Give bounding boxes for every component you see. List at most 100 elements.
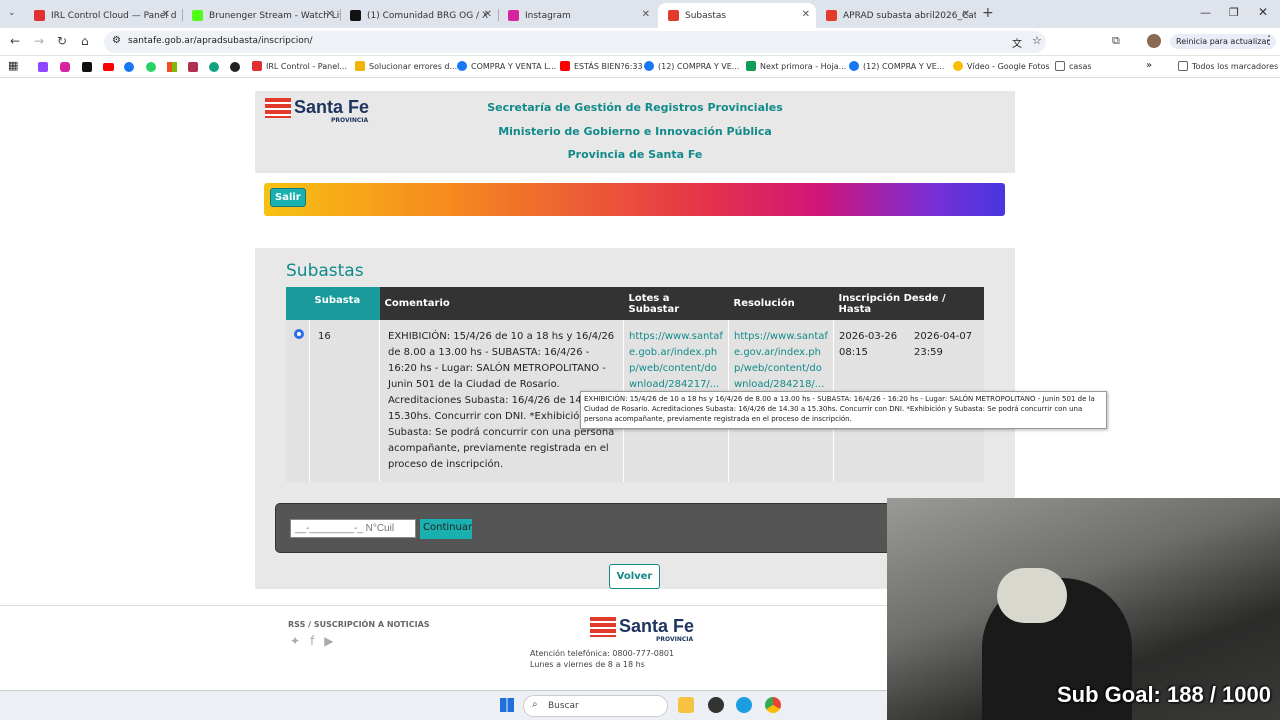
home-icon[interactable]: ⌂: [81, 34, 89, 48]
bookmark-item[interactable]: (12) COMPRA Y VE...: [849, 61, 944, 71]
whatsapp-bookmark-icon[interactable]: [146, 62, 156, 72]
browser-tab-bar: ⌄ IRL Control Cloud — Panel de C✕ Brunen…: [0, 0, 1280, 28]
social-icons: ✦f▶: [290, 634, 344, 648]
url-bar[interactable]: ⚙ santafe.gob.ar/apradsubasta/inscripcio…: [104, 31, 1046, 53]
edge-icon[interactable]: [736, 697, 752, 713]
robot-bookmark-icon[interactable]: [209, 62, 219, 72]
tab-irl-control[interactable]: IRL Control Cloud — Panel de C✕: [24, 3, 176, 28]
youtube-icon[interactable]: ▶: [324, 634, 343, 648]
apps-grid-icon[interactable]: ▦: [8, 59, 18, 72]
more-bookmarks-icon[interactable]: »: [1146, 60, 1152, 71]
footer-hours: Lunes a viernes de 8 a 18 hs: [530, 660, 645, 669]
bookmarks-bar: ▦ IRL Control - Panel... Solucionar erro…: [0, 56, 1280, 78]
github-bookmark-icon[interactable]: [230, 62, 240, 72]
youtube-bookmark-icon: [560, 61, 570, 71]
rss-link[interactable]: RSS / SUSCRIPCIÓN A NOTICIAS: [288, 620, 430, 629]
folder-icon: [1178, 61, 1188, 71]
back-icon[interactable]: ←: [10, 34, 20, 48]
santafe-favicon-icon: [668, 10, 679, 21]
subastas-table: Subasta Comentario Lotes a Subastar Reso…: [286, 287, 984, 482]
new-tab-icon[interactable]: +: [982, 5, 994, 21]
menu-icon[interactable]: ⋮: [1263, 33, 1275, 47]
santafe-favicon-icon: [826, 10, 837, 21]
site-info-icon[interactable]: ⚙: [112, 35, 121, 46]
facebook-icon[interactable]: f: [310, 634, 324, 648]
column-header-resolucion: Resolución: [728, 287, 834, 320]
subasta-number: 16: [309, 320, 380, 482]
facebook-bookmark-icon: [849, 61, 859, 71]
profile-avatar[interactable]: [1147, 34, 1161, 48]
irl-bookmark-icon: [252, 61, 262, 71]
bookmark-item[interactable]: (12) COMPRA Y VE...: [644, 61, 739, 71]
tab-list-chevron-icon[interactable]: ⌄: [8, 8, 16, 18]
translate-icon[interactable]: 文: [1012, 35, 1022, 50]
forward-icon[interactable]: →: [34, 34, 44, 48]
header-ministerio: Ministerio de Gobierno e Innovación Públ…: [498, 125, 772, 138]
select-column-header: [286, 287, 310, 320]
file-explorer-icon[interactable]: [678, 697, 694, 713]
close-tab-icon[interactable]: ✕: [326, 9, 334, 20]
bookmark-star-icon[interactable]: ☆: [1032, 34, 1042, 47]
footer-contact: Atención telefónica: 0800-777-0801 Lunes…: [530, 648, 674, 670]
extensions-icon[interactable]: ⧉: [1112, 34, 1120, 48]
twitter-icon[interactable]: ✦: [290, 634, 310, 648]
streamer-head: [997, 568, 1067, 623]
bookmark-folder[interactable]: casas: [1055, 61, 1092, 71]
close-tab-icon[interactable]: ✕: [162, 9, 170, 20]
bookmark-item[interactable]: IRL Control - Panel...: [252, 61, 347, 71]
chrome-icon[interactable]: [765, 697, 781, 713]
twitch-bookmark-icon[interactable]: [38, 62, 48, 72]
close-tab-icon[interactable]: ✕: [484, 9, 492, 20]
sub-goal-counter: Sub Goal: 188 / 1000: [1057, 682, 1271, 707]
close-window-icon[interactable]: ✕: [1258, 5, 1268, 19]
facebook-bookmark-icon[interactable]: [124, 62, 134, 72]
kick-favicon-icon: [192, 10, 203, 21]
app-icon[interactable]: [708, 697, 724, 713]
close-tab-icon[interactable]: ✕: [802, 9, 810, 20]
continuar-button[interactable]: Continuar: [420, 519, 472, 539]
bookmark-item[interactable]: Vídeo - Google Fotos: [953, 61, 1050, 71]
volver-button[interactable]: Volver: [609, 564, 660, 589]
minimize-icon[interactable]: —: [1200, 6, 1211, 19]
microsoft-bookmark-icon[interactable]: [167, 62, 177, 72]
column-header-comentario: Comentario: [379, 287, 624, 320]
youtube-bookmark-icon[interactable]: [103, 63, 114, 71]
header-provincia: Provincia de Santa Fe: [567, 148, 703, 161]
gradient-banner: Salir: [264, 183, 1005, 216]
close-tab-icon[interactable]: ✕: [642, 9, 650, 20]
salir-button[interactable]: Salir: [270, 188, 306, 207]
tab-subastas[interactable]: Subastas ✕: [658, 3, 816, 28]
restore-icon[interactable]: ❐: [1229, 6, 1239, 19]
bookmark-item[interactable]: ESTÁS BIEN?6:33: [560, 61, 643, 71]
all-bookmarks[interactable]: Todos los marcadores: [1178, 61, 1278, 71]
reload-icon[interactable]: ↻: [57, 34, 67, 48]
game-bookmark-icon[interactable]: [188, 62, 198, 72]
windows-start-icon[interactable]: [500, 698, 514, 712]
bookmark-item[interactable]: COMPRA Y VENTA L...: [457, 61, 556, 71]
facebook-bookmark-icon: [644, 61, 654, 71]
inscripcion-desde: 2026-03-26 08:15: [839, 331, 898, 358]
sheets-bookmark-icon: [746, 61, 756, 71]
instagram-bookmark-icon[interactable]: [60, 62, 70, 72]
bookmark-favicon-icon: [355, 61, 365, 71]
close-tab-icon[interactable]: ✕: [962, 9, 970, 20]
webcam-overlay: Sub Goal: 188 / 1000: [887, 498, 1280, 720]
instagram-favicon-icon: [508, 10, 519, 21]
site-header: Santa Fe PROVINCIA Secretaría de Gestión…: [255, 91, 1015, 173]
facebook-bookmark-icon: [457, 61, 467, 71]
taskbar-search[interactable]: ⌕ Buscar: [523, 695, 668, 717]
cuil-input[interactable]: [290, 519, 416, 538]
tab-x-comunidad[interactable]: (1) Comunidad BRG OG / X ✕: [340, 3, 498, 28]
subasta-radio[interactable]: [294, 329, 304, 339]
footer-santafe-logo[interactable]: Santa Fe PROVINCIA: [590, 616, 694, 643]
url-text[interactable]: santafe.gob.ar/apradsubasta/inscripcion/: [128, 36, 313, 46]
tab-aprad-catalogo[interactable]: APRAD subasta abril2026_Catal ✕: [816, 3, 976, 28]
tab-instagram[interactable]: Instagram ✕: [498, 3, 656, 28]
bookmark-item[interactable]: Solucionar errores d...: [355, 61, 457, 71]
bookmark-item[interactable]: Next primora - Hoja...: [746, 61, 846, 71]
x-bookmark-icon[interactable]: [82, 62, 92, 72]
column-header-inscripcion: Inscripción Desde / Hasta: [833, 287, 984, 320]
tab-brunenger[interactable]: Brunenger Stream - Watch Live ✕: [182, 3, 340, 28]
update-button[interactable]: Reinicia para actualizar: [1170, 34, 1276, 49]
footer-phone: Atención telefónica: 0800-777-0801: [530, 649, 675, 658]
